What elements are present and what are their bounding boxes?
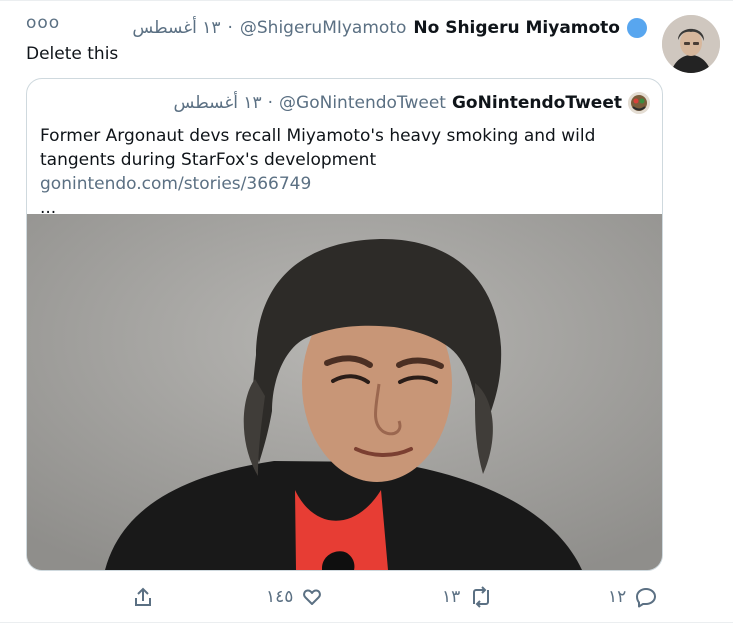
reply-button[interactable]: ١٢ [608,586,658,608]
avatar-photo [662,15,720,73]
divider [0,622,733,623]
tweet-text: Delete this [26,44,119,64]
separator-dot: · [227,18,233,38]
retweet-count: ١٣ [442,587,461,607]
quoted-tweet[interactable]: ١٣ أغسطس · @GoNintendoTweet GoNintendoTw… [26,78,663,571]
avatar[interactable] [662,15,720,73]
quoted-avatar-image [628,92,650,114]
quoted-tweet-photo[interactable] [27,214,662,570]
quoted-tweet-avatar[interactable] [628,92,650,114]
quoted-tweet-body: Former Argonaut devs recall Miyamoto's h… [40,126,596,170]
reply-icon [636,588,657,608]
tweet[interactable]: ooo ١٣ أغسطس · @ShigeruMIyamoto No Shige… [0,0,733,637]
verified-icon [627,18,647,38]
share-icon [135,587,151,606]
tweet-handle[interactable]: @ShigeruMIyamoto [240,18,407,38]
divider [0,0,733,1]
tweet-actions: ١٤٥ ١٣ ١٢ [0,586,733,608]
tweet-header: ١٣ أغسطس · @ShigeruMIyamoto No Shigeru M… [132,18,647,38]
quoted-tweet-header: ١٣ أغسطس · @GoNintendoTweet GoNintendoTw… [174,92,650,114]
retweet-button[interactable]: ١٣ [442,586,494,608]
portrait-photo [27,214,662,570]
quoted-tweet-display-name[interactable]: GoNintendoTweet [452,93,622,113]
quoted-tweet-link[interactable]: gonintendo.com/stories/366749 [40,174,311,194]
reply-count: ١٢ [608,587,627,607]
tweet-display-name[interactable]: No Shigeru Miyamoto [413,18,620,38]
more-options-icon[interactable]: ooo [26,15,60,32]
like-count: ١٤٥ [266,587,294,607]
quoted-tweet-text: Former Argonaut devs recall Miyamoto's h… [40,124,650,220]
retweet-icon [473,586,490,608]
tweet-date[interactable]: ١٣ أغسطس [132,18,220,38]
quoted-tweet-date[interactable]: ١٣ أغسطس [174,93,262,113]
quoted-tweet-handle[interactable]: @GoNintendoTweet [279,93,446,113]
heart-icon [303,589,322,605]
separator-dot: · [267,93,274,113]
share-button[interactable] [132,586,162,608]
like-button[interactable]: ١٤٥ [266,586,323,608]
